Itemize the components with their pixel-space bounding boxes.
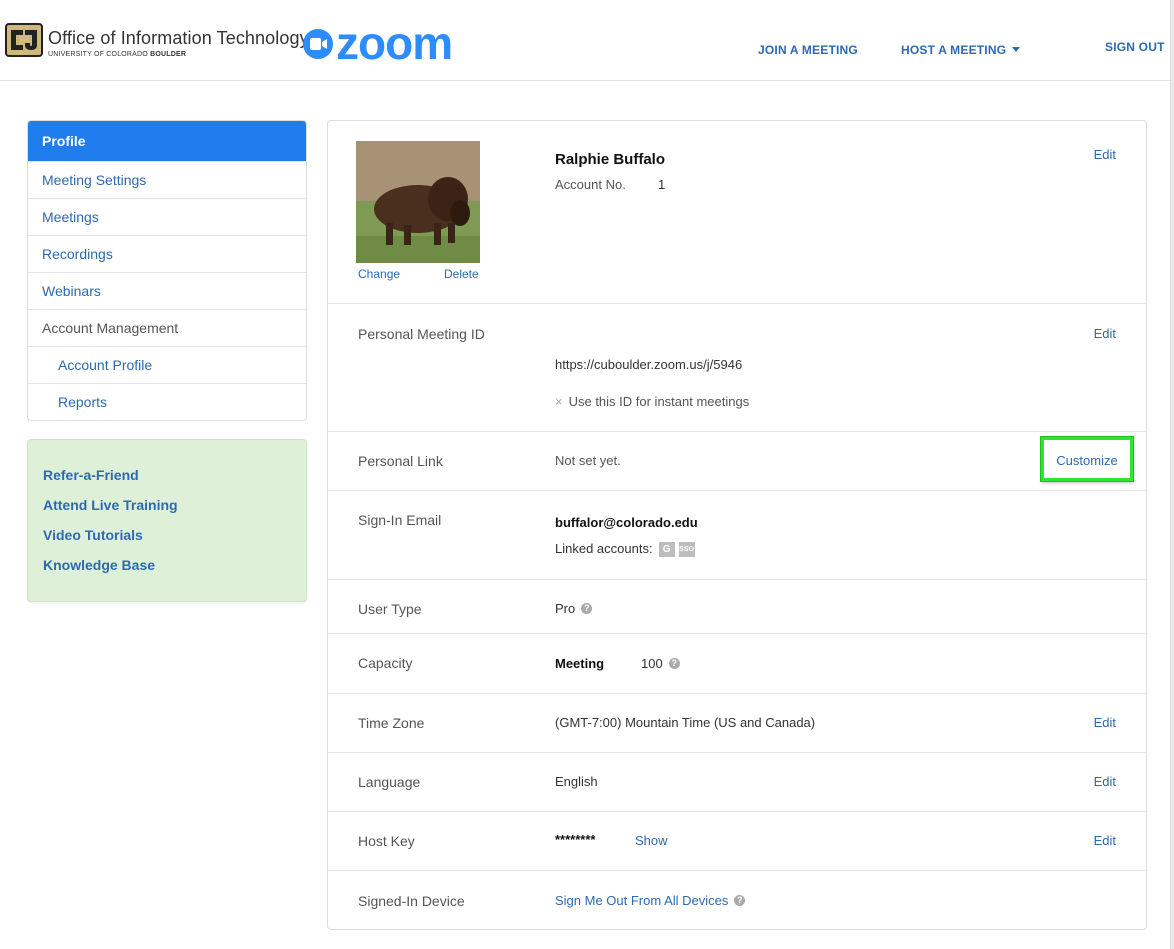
host-key-label: Host Key xyxy=(358,833,415,849)
language-row: Language English Edit xyxy=(328,752,1146,811)
knowledge-base-link[interactable]: Knowledge Base xyxy=(43,556,291,574)
sidebar-nav: Profile Meeting Settings Meetings Record… xyxy=(27,120,307,421)
customize-highlight: Customize xyxy=(1041,437,1133,481)
linked-accounts-label: Linked accounts: xyxy=(555,541,653,556)
edit-profile-link[interactable]: Edit xyxy=(1094,147,1116,162)
google-icon: G xyxy=(658,542,675,558)
language-label: Language xyxy=(358,774,421,790)
delete-photo-link[interactable]: Delete xyxy=(444,267,479,281)
zoom-wordmark: zoom xyxy=(336,24,452,64)
account-number-label: Account No. xyxy=(555,177,626,192)
sidebar: Profile Meeting Settings Meetings Record… xyxy=(27,120,307,602)
sidebar-item-webinars[interactable]: Webinars xyxy=(28,272,306,309)
sidebar-item-meeting-settings[interactable]: Meeting Settings xyxy=(28,161,306,198)
help-icon[interactable]: ? xyxy=(668,658,680,670)
sign-out-all-devices-link[interactable]: Sign Me Out From All Devices xyxy=(555,893,728,908)
capacity-value-wrap: 100? xyxy=(641,656,680,671)
account-number-value: 1 xyxy=(658,177,666,192)
host-key-value: ******** xyxy=(555,832,596,847)
oit-title[interactable]: Office of Information Technology xyxy=(48,28,309,49)
linked-accounts: Linked accounts: G SSO xyxy=(555,541,695,558)
attend-live-training-link[interactable]: Attend Live Training xyxy=(43,496,291,514)
host-key-row: Host Key ******** Show Edit xyxy=(328,811,1146,870)
sign-in-email-value: buffalor@colorado.edu xyxy=(555,515,698,530)
pmi-url: https://cuboulder.zoom.us/j/5946 xyxy=(555,357,743,372)
sign-out-link[interactable]: SIGN OUT xyxy=(1105,40,1165,54)
top-header: Office of Information Technology UNIVERS… xyxy=(0,0,1174,81)
sidebar-item-recordings[interactable]: Recordings xyxy=(28,235,306,272)
help-links-box: Refer-a-Friend Attend Live Training Vide… xyxy=(27,439,307,602)
help-icon[interactable]: ? xyxy=(581,603,593,615)
join-meeting-link[interactable]: JOIN A MEETING xyxy=(758,43,858,57)
sidebar-item-meetings[interactable]: Meetings xyxy=(28,198,306,235)
help-icon[interactable]: ? xyxy=(734,895,746,907)
host-meeting-menu[interactable]: HOST A MEETING xyxy=(901,43,1021,57)
sign-in-email-label: Sign-In Email xyxy=(358,512,442,528)
sidebar-item-account-profile[interactable]: Account Profile xyxy=(28,346,306,383)
user-type-row: User Type Pro? xyxy=(328,579,1146,633)
cu-logo-icon[interactable] xyxy=(5,22,43,58)
pmi-label: Personal Meeting ID xyxy=(358,326,485,342)
sidebar-item-reports[interactable]: Reports xyxy=(28,383,306,420)
signed-in-device-label: Signed-In Device xyxy=(358,893,465,909)
edit-host-key-link[interactable]: Edit xyxy=(1094,833,1116,848)
change-photo-link[interactable]: Change xyxy=(358,267,400,281)
capacity-value: 100 xyxy=(641,656,663,671)
sidebar-item-account-management: Account Management xyxy=(28,309,306,346)
oit-sub-regular: UNIVERSITY OF COLORADO xyxy=(48,51,151,58)
host-meeting-label: HOST A MEETING xyxy=(901,43,1007,57)
oit-subtitle: UNIVERSITY OF COLORADO BOULDER xyxy=(48,51,186,58)
capacity-label: Capacity xyxy=(358,655,413,671)
personal-link-label: Personal Link xyxy=(358,453,443,469)
profile-photo xyxy=(356,141,480,263)
instant-meetings-label: Use this ID for instant meetings xyxy=(568,394,750,409)
time-zone-row: Time Zone (GMT-7:00) Mountain Time (US a… xyxy=(328,693,1146,752)
zoom-logo-icon[interactable]: zoom xyxy=(302,24,494,64)
edit-language-link[interactable]: Edit xyxy=(1094,774,1116,789)
refer-a-friend-link[interactable]: Refer-a-Friend xyxy=(43,466,291,484)
edit-pmi-link[interactable]: Edit xyxy=(1094,326,1116,341)
oit-sub-bold: BOULDER xyxy=(150,51,187,58)
profile-panel: Change Delete Ralphie Buffalo Account No… xyxy=(327,120,1147,930)
pmi-row: Personal Meeting ID https://cuboulder.zo… xyxy=(328,303,1146,431)
capacity-row: Capacity Meeting 100? xyxy=(328,633,1146,693)
caret-down-icon xyxy=(1012,47,1021,53)
personal-link-value: Not set yet. xyxy=(555,453,621,468)
show-host-key-link[interactable]: Show xyxy=(635,833,668,848)
edit-time-zone-link[interactable]: Edit xyxy=(1094,715,1116,730)
video-tutorials-link[interactable]: Video Tutorials xyxy=(43,526,291,544)
user-type-value-wrap: Pro? xyxy=(555,601,593,616)
user-type-value: Pro xyxy=(555,601,576,616)
capacity-kind: Meeting xyxy=(555,656,605,671)
profile-row: Change Delete Ralphie Buffalo Account No… xyxy=(328,121,1146,303)
time-zone-label: Time Zone xyxy=(358,715,425,731)
signed-in-device-row: Signed-In Device Sign Me Out From All De… xyxy=(328,870,1146,929)
instant-meetings-option[interactable]: × Use this ID for instant meetings xyxy=(555,394,749,409)
scrollbar-edge[interactable] xyxy=(1170,0,1174,949)
time-zone-value: (GMT-7:00) Mountain Time (US and Canada) xyxy=(555,715,816,730)
sign-out-devices-wrap: Sign Me Out From All Devices? xyxy=(555,893,746,908)
sso-icon: SSO xyxy=(678,542,695,558)
sidebar-item-profile[interactable]: Profile xyxy=(28,121,306,161)
personal-link-row: Personal Link Not set yet. Customize xyxy=(328,431,1146,490)
user-type-label: User Type xyxy=(358,601,422,617)
customize-button[interactable]: Customize xyxy=(1044,453,1130,468)
close-icon: × xyxy=(555,394,563,409)
sign-in-email-row: Sign-In Email buffalor@colorado.edu Link… xyxy=(328,490,1146,579)
user-name: Ralphie Buffalo xyxy=(555,151,666,168)
language-value: English xyxy=(555,774,598,789)
